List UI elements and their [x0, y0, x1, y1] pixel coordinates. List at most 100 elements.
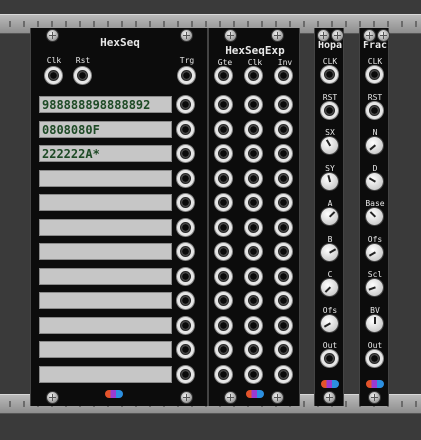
inverted-output-jack[interactable] — [275, 268, 292, 285]
hopa-module[interactable]: Hopa CLK RST SX SY A B C Ofs Out — [314, 28, 344, 406]
clock-output-jack[interactable] — [245, 96, 262, 113]
trigger-output-jack[interactable] — [177, 145, 194, 162]
clock-output-jack[interactable] — [245, 67, 262, 84]
inverted-output-jack[interactable] — [275, 145, 292, 162]
gate-output-jack[interactable] — [215, 341, 232, 358]
sequence-field-10[interactable] — [39, 317, 172, 334]
b-knob[interactable] — [321, 244, 338, 261]
trigger-output-jack[interactable] — [177, 170, 194, 187]
sy-knob[interactable] — [321, 173, 338, 190]
gate-output-jack[interactable] — [215, 366, 232, 383]
trigger-output-jack[interactable] — [177, 219, 194, 236]
ofs-knob[interactable] — [366, 244, 383, 261]
gate-output-jack[interactable] — [215, 170, 232, 187]
sx-label: SX — [325, 128, 335, 137]
clock-output-jack[interactable] — [245, 317, 262, 334]
out-output-jack[interactable] — [366, 350, 383, 367]
trigger-output-jack[interactable] — [177, 317, 194, 334]
clk-input-jack[interactable] — [45, 67, 62, 84]
a-knob[interactable] — [321, 208, 338, 225]
screw-icon — [272, 30, 283, 41]
sequence-field-5[interactable] — [39, 194, 172, 211]
trigger-output-jack[interactable] — [177, 121, 194, 138]
sequence-field-9[interactable] — [39, 292, 172, 309]
sequence-field-11[interactable] — [39, 341, 172, 358]
rst-input-jack[interactable] — [321, 102, 338, 119]
trigger-output-jack[interactable] — [177, 194, 194, 211]
sequence-field-7[interactable] — [39, 243, 172, 260]
gate-output-jack[interactable] — [215, 219, 232, 236]
module-title: Frac — [362, 40, 388, 51]
inverted-output-jack[interactable] — [275, 67, 292, 84]
sequence-field-3[interactable]: 222222A* — [39, 145, 172, 162]
sequence-field-4[interactable] — [39, 170, 172, 187]
rst-input-jack[interactable] — [366, 102, 383, 119]
gate-output-jack[interactable] — [215, 317, 232, 334]
sequence-field-8[interactable] — [39, 268, 172, 285]
d-knob[interactable] — [366, 173, 383, 190]
trigger-output-jack[interactable] — [177, 292, 194, 309]
gate-output-jack[interactable] — [215, 145, 232, 162]
clk-label: Clk — [46, 56, 62, 65]
sequence-field-6[interactable] — [39, 219, 172, 236]
clock-output-jack[interactable] — [245, 170, 262, 187]
trg-input-jack[interactable] — [178, 67, 195, 84]
gate-output-jack[interactable] — [215, 96, 232, 113]
inverted-output-jack[interactable] — [275, 194, 292, 211]
out-label: Out — [367, 341, 383, 350]
clock-output-jack[interactable] — [245, 145, 262, 162]
sx-knob[interactable] — [321, 137, 338, 154]
gate-output-jack[interactable] — [215, 292, 232, 309]
clock-output-jack[interactable] — [245, 121, 262, 138]
inverted-output-jack[interactable] — [275, 219, 292, 236]
clock-output-jack[interactable] — [245, 243, 262, 260]
inverted-output-jack[interactable] — [275, 366, 292, 383]
inverted-output-jack[interactable] — [275, 341, 292, 358]
frac-module[interactable]: Frac CLK RST N D Base Ofs Scl BV Out — [359, 28, 389, 406]
out-output-jack[interactable] — [321, 350, 338, 367]
trigger-output-jack[interactable] — [177, 243, 194, 260]
clock-output-jack[interactable] — [245, 219, 262, 236]
trigger-output-jack[interactable] — [177, 268, 194, 285]
screw-icon — [318, 30, 329, 41]
gate-output-jack[interactable] — [215, 194, 232, 211]
clock-output-jack[interactable] — [245, 341, 262, 358]
c-label: C — [327, 270, 333, 279]
gate-output-jack[interactable] — [215, 121, 232, 138]
bv-knob[interactable] — [366, 315, 383, 332]
screw-icon — [324, 392, 335, 403]
inverted-output-jack[interactable] — [275, 121, 292, 138]
gate-output-jack[interactable] — [215, 268, 232, 285]
inverted-output-jack[interactable] — [275, 170, 292, 187]
n-knob[interactable] — [366, 137, 383, 154]
scl-knob[interactable] — [366, 279, 383, 296]
inverted-output-jack[interactable] — [275, 292, 292, 309]
rst-input-jack[interactable] — [74, 67, 91, 84]
gte-label: Gte — [217, 58, 233, 67]
trigger-output-jack[interactable] — [177, 341, 194, 358]
trigger-output-jack[interactable] — [177, 366, 194, 383]
inverted-output-jack[interactable] — [275, 96, 292, 113]
a-label: A — [327, 199, 333, 208]
inverted-output-jack[interactable] — [275, 317, 292, 334]
inverted-output-jack[interactable] — [275, 243, 292, 260]
base-knob[interactable] — [366, 208, 383, 225]
gate-output-jack[interactable] — [215, 67, 232, 84]
clk-input-jack[interactable] — [366, 66, 383, 83]
screw-icon — [225, 30, 236, 41]
sequence-field-12[interactable] — [39, 366, 172, 383]
clock-output-jack[interactable] — [245, 292, 262, 309]
clock-output-jack[interactable] — [245, 268, 262, 285]
clock-output-jack[interactable] — [245, 194, 262, 211]
ofs-knob[interactable] — [321, 315, 338, 332]
dbrackets-logo-icon — [366, 380, 384, 388]
c-knob[interactable] — [321, 279, 338, 296]
clk-label: CLK — [322, 57, 338, 66]
dbrackets-logo-icon — [105, 390, 123, 398]
clock-output-jack[interactable] — [245, 366, 262, 383]
gate-output-jack[interactable] — [215, 243, 232, 260]
sequence-field-2[interactable]: 0808080F — [39, 121, 172, 138]
clk-input-jack[interactable] — [321, 66, 338, 83]
sequence-field-1[interactable]: 988888898888892 — [39, 96, 172, 113]
trigger-output-jack[interactable] — [177, 96, 194, 113]
